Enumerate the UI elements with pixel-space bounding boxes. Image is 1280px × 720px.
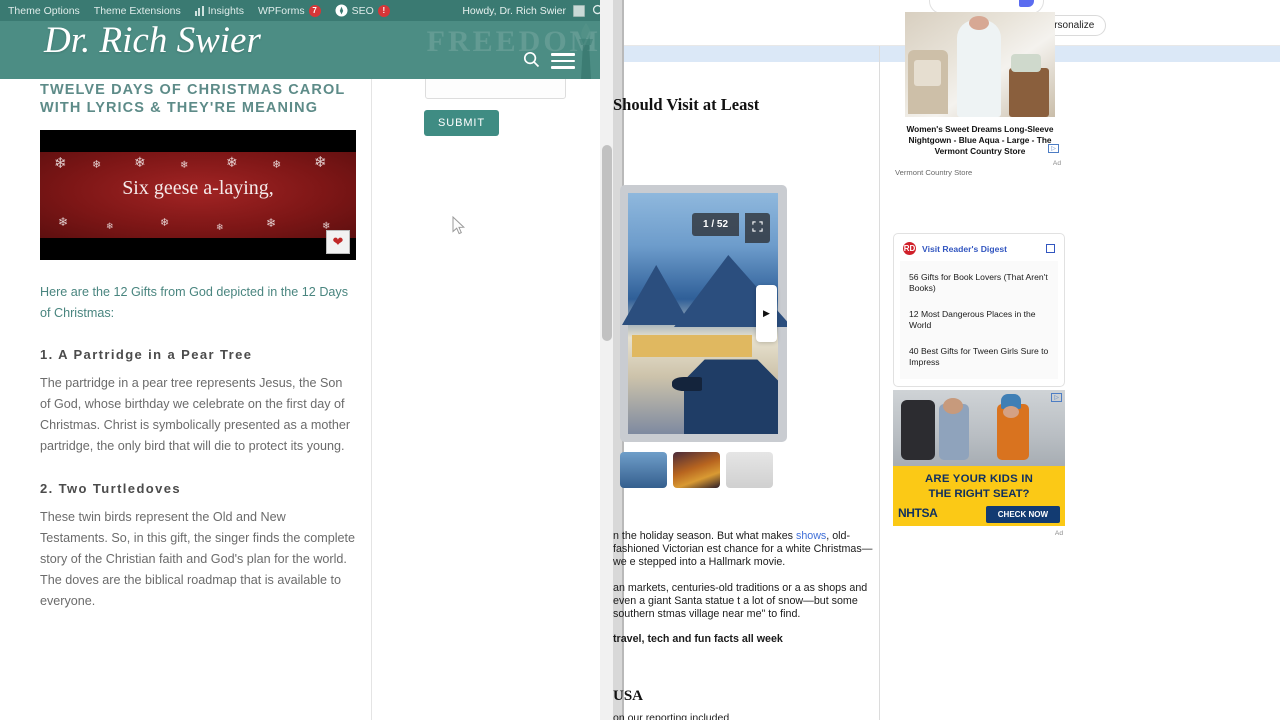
ad-banner-text-area: ARE YOUR KIDS IN THE RIGHT SEAT? NHTSA C… [893,466,1065,526]
admin-bar-label: Insights [207,4,244,17]
video-embed[interactable]: Six geese a-laying, ❄ ❄ ❄ ❄ ❄ ❄ ❄ ❄ ❄ ❄ … [40,130,356,260]
snowflake-icon: ❄ [180,160,189,171]
ad-label: Ad [1054,530,1063,537]
carousel-thumbnail-strip[interactable] [620,452,773,488]
snowflake-icon: ❄ [54,155,67,172]
carousel-thumbnail[interactable] [726,452,773,488]
wordpress-site-window: Theme Options Theme Extensions Insights … [0,0,613,720]
carousel-thumbnail[interactable] [620,452,667,488]
ad-image[interactable]: ▷ [893,390,1065,466]
admin-bar-item-seo[interactable]: SEO ! [335,4,390,17]
video-caption: Six geese a-laying, [122,177,274,199]
ad-label: Ad [1052,160,1061,167]
ad-cta-button[interactable]: CHECK NOW [985,506,1060,523]
readers-digest-logo-icon: RD [903,242,916,255]
admin-bar-left-group: Theme Options Theme Extensions Insights … [0,4,390,17]
list-item[interactable]: 40 Best Gifts for Tween Girls Sure to Im… [900,339,1058,376]
snowflake-icon: ❄ [216,222,224,232]
paragraph-run: travel, tech and fun facts all week [613,633,783,646]
article-sub-paragraph: on our reporting included [613,712,730,720]
carousel-counter: 1 / 52 [692,213,740,236]
readers-digest-window: Personalize Should Visit at Least 1 / 52… [613,0,1280,720]
snowflake-icon: ❄ [106,221,114,231]
seo-badge: ! [377,4,390,17]
paragraph-run: n the holiday season. But what makes [613,530,796,542]
admin-bar-item-wpforms[interactable]: WPForms 7 [257,4,321,17]
wpforms-badge: 7 [308,4,321,17]
scrollbar-thumb[interactable] [602,145,612,341]
admin-bar-label: Theme Options [8,4,80,17]
article-headline: Should Visit at Least [613,95,760,114]
site-header: FREEDOM Dr. Rich Swier [0,21,613,79]
scrollbar-track[interactable] [600,0,613,720]
snowflake-icon: ❄ [160,217,170,229]
article-column: TWELVE DAYS OF CHRISTMAS CAROL WITH LYRI… [40,79,356,612]
article-lede: Here are the 12 Gifts from God depicted … [40,285,349,320]
admin-bar-label: Theme Extensions [93,4,181,17]
ad-headline-line2: THE RIGHT SEAT? [928,488,1030,500]
article-paragraph-bold: travel, tech and fun facts all week [613,633,883,646]
nhtsa-brand-logo: NHTSA [898,506,938,520]
carousel-next-button[interactable]: ▶ [756,285,777,342]
page-title[interactable]: TWELVE DAYS OF CHRISTMAS CAROL WITH LYRI… [40,79,356,117]
adchoices-icon[interactable]: ▷ [1051,393,1062,402]
ad-headline-line1: ARE YOUR KIDS IN [924,473,1034,485]
ad-image[interactable] [905,12,1055,117]
paragraph-run: an markets, centuries-old traditions or … [613,581,868,621]
admin-bar-item-insights[interactable]: Insights [194,4,244,17]
section-body-1: The partridge in a pear tree represents … [40,376,351,453]
video-watermark-logo: ❤ [326,230,350,254]
external-link-icon[interactable] [1046,244,1055,253]
snowflake-icon: ❄ [266,216,277,230]
image-carousel[interactable]: 1 / 52 ▶ [620,185,787,442]
adchoices-icon[interactable]: ▷ [1048,144,1059,153]
snowflake-icon: ❄ [314,154,327,171]
admin-bar-label: WPForms [257,4,305,17]
carousel-thumbnail[interactable] [673,452,720,488]
section-body-2: These twin birds represent the Old and N… [40,510,356,608]
snowflake-icon: ❄ [272,159,282,171]
wp-admin-bar: Theme Options Theme Extensions Insights … [0,0,613,21]
chart-bars-icon [194,5,204,16]
inline-link[interactable]: shows [796,530,826,542]
mouse-cursor [452,216,466,235]
snowflake-icon: ❄ [58,215,69,229]
ad-nhtsa[interactable]: ▷ ARE YOUR KIDS IN THE RIGHT SEAT? NHTSA… [893,390,1065,537]
readers-digest-widget: RD Visit Reader's Digest 56 Gifts for Bo… [893,233,1065,388]
submit-button[interactable]: SUBMIT [424,110,499,136]
seo-icon [335,4,348,17]
article-body: n the holiday season. But what makes sho… [613,530,883,658]
admin-bar-right-group: Howdy, Dr. Rich Swier [462,4,613,17]
article-paragraph: an markets, centuries-old traditions or … [613,582,883,622]
section-heading-1: 1. A Partridge in a Pear Tree [40,347,253,362]
site-logo[interactable]: Dr. Rich Swier [44,21,261,62]
list-item[interactable]: 56 Gifts for Book Lovers (That Aren't Bo… [900,265,1058,302]
widget-title[interactable]: Visit Reader's Digest [922,244,1007,254]
fullscreen-icon[interactable] [745,213,770,243]
ad-source: Vermont Country Store [895,168,973,177]
ad-title[interactable]: Women's Sweet Dreams Long-Sleeve Nightgo… [895,124,1065,157]
widget-header: RD Visit Reader's Digest [894,234,1064,261]
column-divider [371,79,372,720]
ad-nightgown[interactable]: Women's Sweet Dreams Long-Sleeve Nightgo… [895,12,1065,177]
snowflake-icon: ❄ [92,159,102,171]
admin-bar-label: SEO [351,4,374,17]
article-paragraph: n the holiday season. But what makes sho… [613,530,883,570]
list-item[interactable]: 12 Most Dangerous Places in the World [900,302,1058,339]
snowflake-icon: ❄ [226,154,238,170]
article-subheading: USA [613,688,644,704]
snowflake-icon: ❄ [134,154,146,170]
admin-bar-item-theme-extensions[interactable]: Theme Extensions [94,5,181,17]
avatar[interactable] [573,4,585,17]
search-icon[interactable] [523,51,540,68]
admin-bar-item-theme-options[interactable]: Theme Options [8,5,80,17]
howdy-greeting[interactable]: Howdy, Dr. Rich Swier [462,5,566,17]
section-heading-2: 2. Two Turtledoves [40,481,182,496]
widget-link-list: 56 Gifts for Book Lovers (That Aren't Bo… [900,261,1058,380]
